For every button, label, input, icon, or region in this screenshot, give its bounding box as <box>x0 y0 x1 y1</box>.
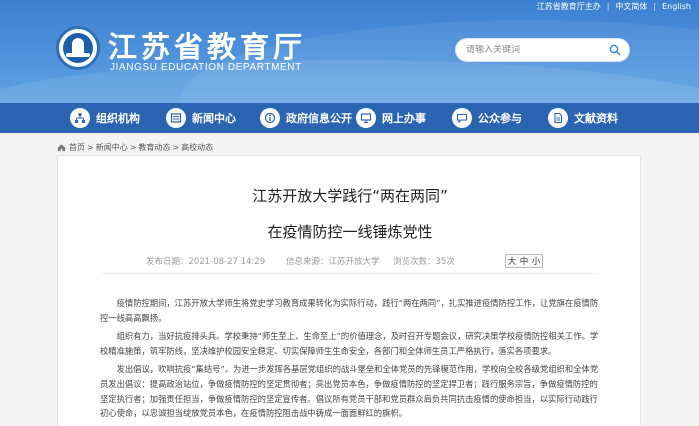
font-size-control: 大 中 小 <box>505 254 543 268</box>
nav-item-public-participation[interactable]: 公众参与 <box>452 103 522 133</box>
article-title-line1: 江苏开放大学践行“两在两同” <box>252 187 448 205</box>
nav-item-documents[interactable]: 文献资料 <box>548 103 618 133</box>
breadcrumb-separator: > <box>129 142 137 152</box>
logo-emblem-icon[interactable] <box>56 26 100 70</box>
font-size-big-button[interactable]: 大 <box>508 255 517 267</box>
breadcrumb-university-news[interactable]: 高校动态 <box>181 142 213 153</box>
nav-item-label: 组织机构 <box>96 112 140 125</box>
article-paragraph: 疫情防控期间，江苏开放大学师生将党史学习教育成果转化为实际行动，践行“两在两同”… <box>100 298 599 323</box>
search-icon[interactable] <box>609 44 621 56</box>
publish-time: 发布日期：2021-08-27 14:29 <box>146 257 266 267</box>
chat-icon <box>452 108 472 128</box>
lang-english-link[interactable]: English <box>662 2 691 11</box>
info-open-icon <box>260 108 280 128</box>
article-meta: 发布日期：2021-08-27 14:29 信息来源：江苏开放大学 浏览次数：3… <box>58 254 642 268</box>
separator: | <box>606 1 610 11</box>
document-icon <box>548 108 568 128</box>
view-count: 浏览次数：35次 <box>393 257 455 267</box>
article-paragraph: 组织有力，当好抗疫排头兵。学校秉持“师生至上、生命至上”的价值理念，及时召开专题… <box>100 331 599 356</box>
divider <box>102 273 598 274</box>
main-nav: 组织机构 新闻中心 政府信息公开 网上办事 公众参与 文献资料 <box>0 103 699 133</box>
article-body: 疫情防控期间，江苏开放大学师生将党史学习教育成果转化为实际行动，践行“两在两同”… <box>100 296 602 425</box>
breadcrumb-separator: > <box>172 142 180 152</box>
top-utility-bar: 江苏省教育厅主办 | 中文简体 | English <box>537 0 691 12</box>
breadcrumb-home[interactable]: 首页 <box>69 142 85 153</box>
nav-item-organization[interactable]: 组织机构 <box>70 103 140 133</box>
separator: | <box>653 1 657 11</box>
search-box <box>455 38 630 62</box>
nav-item-label: 公众参与 <box>478 112 522 125</box>
article-panel: 江苏开放大学践行“两在两同” 在疫情防控一线锤炼党性 发布日期：2021-08-… <box>57 155 641 426</box>
org-chart-icon <box>70 108 90 128</box>
breadcrumb-separator: > <box>87 142 94 152</box>
breadcrumb-edu-news[interactable]: 教育动态 <box>138 142 170 153</box>
sponsor-text: 江苏省教育厅主办 <box>536 1 601 11</box>
site-header: 江苏省教育厅主办 | 中文简体 | English 江苏省教育厅 JIANGSU… <box>0 0 699 103</box>
font-size-mid-button[interactable]: 中 <box>520 255 529 267</box>
font-size-small-button[interactable]: 小 <box>532 255 541 267</box>
site-subtitle: JIANGSU EDUCATION DEPARTMENT <box>110 62 302 73</box>
site-title[interactable]: 江苏省教育厅 <box>108 24 306 66</box>
news-icon <box>166 108 186 128</box>
nav-item-label: 政府信息公开 <box>286 112 352 125</box>
nav-item-online-service[interactable]: 网上办事 <box>356 103 426 133</box>
home-icon <box>57 143 66 151</box>
info-source: 信息来源：江苏开放大学 <box>286 257 380 267</box>
lang-chinese-link[interactable]: 中文简体 <box>615 1 647 12</box>
breadcrumb: 首页 > 新闻中心 > 教育动态 > 高校动态 <box>57 141 215 153</box>
nav-item-label: 文献资料 <box>574 112 618 125</box>
nav-item-news[interactable]: 新闻中心 <box>166 103 236 133</box>
nav-item-gov-info[interactable]: 政府信息公开 <box>260 103 352 133</box>
nav-item-label: 网上办事 <box>382 112 426 125</box>
breadcrumb-news[interactable]: 新闻中心 <box>96 142 128 153</box>
nav-item-label: 新闻中心 <box>192 112 236 125</box>
search-input[interactable] <box>466 45 606 55</box>
article-title-line2: 在疫情防控一线锤炼党性 <box>267 223 433 241</box>
article-paragraph: 发出倡议，吹响抗疫“集结号”。为进一步发挥各基层党组织的战斗堡垒和全体党员的先锋… <box>100 364 599 419</box>
monitor-icon <box>356 108 376 128</box>
